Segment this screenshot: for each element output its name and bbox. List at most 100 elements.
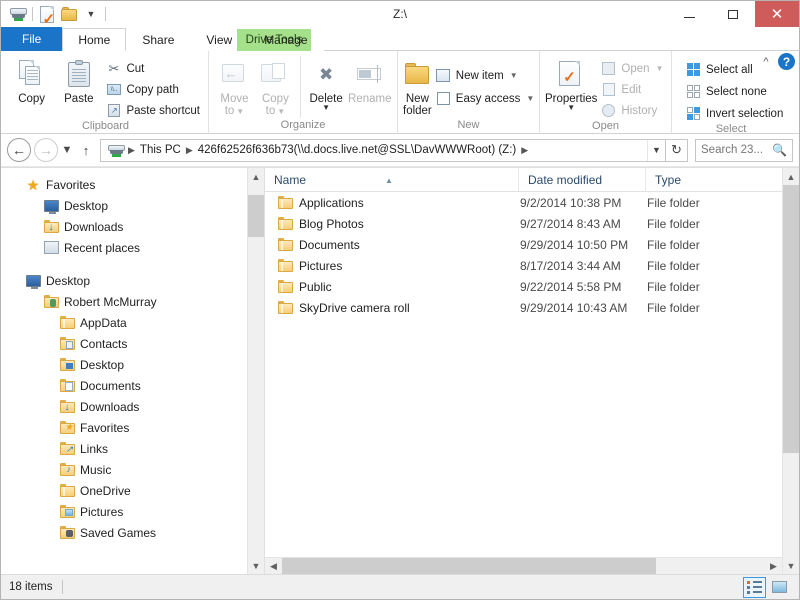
vscroll-track[interactable] (783, 185, 800, 557)
nav-item-favorites-user[interactable]: ★ Favorites (1, 417, 247, 438)
delete-caret-icon[interactable]: ▼ (322, 105, 330, 111)
refresh-button[interactable]: ↻ (666, 139, 688, 162)
edit-button[interactable]: Edit (597, 80, 666, 99)
column-header-name[interactable]: Name ▲ (265, 168, 519, 192)
recent-locations-button[interactable]: ▼ (58, 138, 76, 162)
paste-button[interactable]: Paste (55, 54, 102, 105)
nav-item-saved-games[interactable]: Saved Games (1, 522, 247, 543)
properties-icon[interactable]: ✓ (36, 3, 58, 25)
hscroll-thumb[interactable] (282, 558, 656, 575)
breadcrumb-separator-1[interactable]: ▶ (125, 145, 138, 156)
vscroll-down-icon[interactable]: ▼ (783, 557, 800, 574)
open-button[interactable]: Open ▼ (597, 59, 666, 78)
new-item-button[interactable]: New item ▼ (432, 66, 537, 85)
customize-quick-access-icon[interactable]: ▼ (80, 3, 102, 25)
nav-item-desktop-user[interactable]: Desktop (1, 354, 247, 375)
properties-caret-icon[interactable]: ▼ (567, 105, 575, 111)
tab-share[interactable]: Share (126, 28, 190, 51)
large-icons-view-button[interactable] (768, 577, 791, 598)
breadcrumb-separator-3[interactable]: ▶ (518, 145, 531, 156)
nav-scroll-up-icon[interactable]: ▲ (248, 168, 265, 185)
table-row[interactable]: Pictures 8/17/2014 3:44 AM File folder (265, 255, 782, 276)
delete-button[interactable]: ✖ Delete ▼ (305, 54, 348, 111)
open-caret-icon[interactable]: ▼ (656, 64, 664, 73)
new-item-caret-icon[interactable]: ▼ (510, 71, 518, 80)
nav-scroll-thumb[interactable] (248, 195, 265, 237)
up-button[interactable]: ↑ (76, 138, 96, 162)
nav-item-favorites[interactable]: ★ Favorites (1, 174, 247, 195)
nav-scroll-down-icon[interactable]: ▼ (248, 557, 265, 574)
hscroll-left-icon[interactable]: ◀ (265, 558, 282, 575)
address-dropdown-icon[interactable]: ▼ (647, 140, 665, 161)
drive-icon[interactable] (7, 3, 29, 25)
nav-item-contacts[interactable]: Contacts (1, 333, 247, 354)
nav-item-appdata[interactable]: AppData (1, 312, 247, 333)
maximize-button[interactable] (711, 1, 755, 27)
copy-path-button[interactable]: \\.. Copy path (102, 80, 203, 99)
history-button[interactable]: History (597, 101, 666, 120)
paste-shortcut-button[interactable]: ↗ Paste shortcut (102, 101, 203, 120)
new-folder-icon[interactable] (58, 3, 80, 25)
file-name-cell[interactable]: SkyDrive camera roll (265, 301, 519, 315)
nav-item-downloads-user[interactable]: ↓ Downloads (1, 396, 247, 417)
back-button[interactable]: ← (7, 138, 31, 162)
file-name-cell[interactable]: Pictures (265, 259, 519, 273)
help-icon[interactable]: ? (778, 53, 795, 70)
search-box[interactable]: Search 23... 🔍 (695, 139, 793, 162)
navigation-scrollbar[interactable]: ▲ ▼ (247, 168, 264, 574)
file-list-vertical-scrollbar[interactable]: ▲ ▼ (782, 168, 799, 574)
nav-item-music[interactable]: ♪ Music (1, 459, 247, 480)
nav-item-documents-user[interactable]: Documents (1, 375, 247, 396)
vscroll-up-icon[interactable]: ▲ (783, 168, 800, 185)
forward-button[interactable]: → (34, 138, 58, 162)
hscroll-track[interactable] (282, 558, 765, 575)
details-view-button[interactable] (743, 577, 766, 598)
tab-file[interactable]: File (1, 27, 62, 51)
column-header-date-modified[interactable]: Date modified (519, 168, 646, 192)
column-header-type[interactable]: Type (646, 168, 782, 192)
file-list-horizontal-scrollbar[interactable]: ◀ ▶ (265, 557, 782, 574)
tab-manage[interactable]: Manage (248, 28, 323, 51)
nav-item-desktop-fav[interactable]: Desktop (1, 195, 247, 216)
nav-item-pictures[interactable]: Pictures (1, 501, 247, 522)
nav-item-recent-places[interactable]: Recent places (1, 237, 247, 258)
tab-home[interactable]: Home (62, 28, 126, 51)
tab-view[interactable]: View (190, 28, 248, 51)
properties-button[interactable]: ✓ Properties ▼ (545, 54, 597, 111)
table-row[interactable]: Blog Photos 9/27/2014 8:43 AM File folde… (265, 213, 782, 234)
file-name-cell[interactable]: Documents (265, 238, 519, 252)
table-row[interactable]: Documents 9/29/2014 10:50 PM File folder (265, 234, 782, 255)
easy-access-button[interactable]: Easy access ▼ (432, 89, 537, 108)
breadcrumb-separator-2[interactable]: ▶ (183, 145, 196, 156)
file-name-cell[interactable]: Blog Photos (265, 217, 519, 231)
new-folder-button[interactable]: New folder (403, 54, 432, 117)
nav-item-links[interactable]: ↗ Links (1, 438, 247, 459)
cut-button[interactable]: ✂ Cut (102, 59, 203, 78)
invert-selection-button[interactable]: Invert selection (682, 104, 786, 123)
table-row[interactable]: SkyDrive camera roll 9/29/2014 10:43 AM … (265, 297, 782, 318)
hscroll-right-icon[interactable]: ▶ (765, 558, 782, 575)
file-name-cell[interactable]: Applications (265, 196, 519, 210)
search-input[interactable]: Search 23... (701, 144, 772, 156)
nav-item-robert-mcmurray[interactable]: Robert McMurray (1, 291, 247, 312)
nav-item-desktop-root[interactable]: Desktop (1, 270, 247, 291)
address-input[interactable]: ▶ This PC ▶ 426f62526f636b73(\\d.docs.li… (100, 139, 666, 162)
move-to-button[interactable]: ← Move to▼ (214, 54, 255, 118)
vscroll-thumb[interactable] (783, 185, 800, 453)
nav-item-onedrive[interactable]: OneDrive (1, 480, 247, 501)
breadcrumb-this-pc[interactable]: This PC (138, 144, 183, 156)
minimize-button[interactable] (667, 1, 711, 27)
copy-to-button[interactable]: Copy to▼ (255, 54, 296, 118)
table-row[interactable]: Public 9/22/2014 5:58 PM File folder (265, 276, 782, 297)
easy-access-caret-icon[interactable]: ▼ (526, 94, 534, 103)
nav-scroll-track[interactable] (248, 185, 265, 557)
table-row[interactable]: Applications 9/2/2014 10:38 PM File fold… (265, 192, 782, 213)
close-button[interactable]: ✕ (755, 1, 799, 27)
copy-button[interactable]: Copy (8, 54, 55, 105)
nav-item-downloads-fav[interactable]: ↓ Downloads (1, 216, 247, 237)
rename-button[interactable]: Rename (347, 54, 392, 105)
file-name-cell[interactable]: Public (265, 280, 519, 294)
select-none-button[interactable]: Select none (682, 82, 786, 101)
collapse-ribbon-icon[interactable]: ^ (760, 56, 772, 68)
breadcrumb-drive[interactable]: 426f62526f636b73(\\d.docs.live.net@SSL\D… (196, 144, 518, 156)
